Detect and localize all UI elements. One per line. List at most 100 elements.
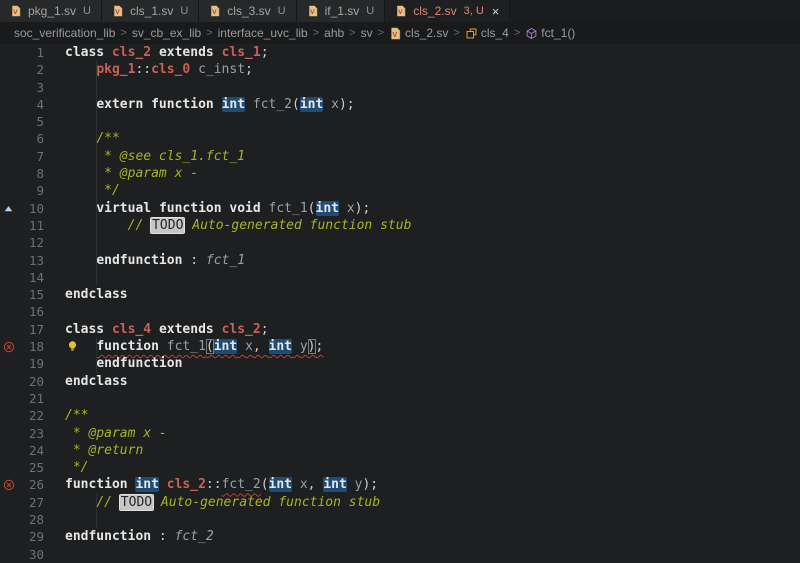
code-line-content[interactable]: * @param x - (44, 425, 167, 442)
tab-label: pkg_1.sv (28, 4, 77, 18)
code-line-content[interactable]: endfunction (44, 355, 182, 372)
gutter-cell (0, 165, 17, 182)
line-number: 24 (28, 442, 44, 458)
code-line-19[interactable]: 19 endfunction (0, 355, 800, 373)
code-line-content[interactable]: * @return (44, 442, 143, 459)
code-line-8[interactable]: 8 * @param x - (0, 165, 800, 183)
code-line-content[interactable]: endclass (44, 373, 128, 390)
code-line-13[interactable]: 13 endfunction : fct_1 (0, 251, 800, 270)
code-token: fct_2 (221, 477, 261, 493)
code-editor[interactable]: 1 class cls_2 extends cls_1; 2 pkg_1::cls_… (0, 44, 800, 563)
breadcrumb-item-ahb[interactable]: ahb (324, 26, 344, 40)
code-line-content[interactable]: */ (44, 182, 120, 199)
code-line-12[interactable]: 12 (0, 234, 800, 252)
code-line-content[interactable]: function fct_1(int x, int y); (44, 338, 323, 355)
code-line-21[interactable]: 21 (0, 390, 800, 407)
breadcrumb-separator-icon: > (120, 27, 127, 39)
code-line-9[interactable]: 9 */ (0, 182, 800, 200)
code-line-11[interactable]: 11 // TODO Auto-generated function stub (0, 216, 800, 235)
code-line-content[interactable] (44, 234, 65, 251)
code-token: ; (245, 62, 253, 78)
code-line-15[interactable]: 15 endclass (0, 286, 800, 303)
breadcrumb-item-interface_uvc_lib[interactable]: interface_uvc_lib (218, 26, 308, 40)
code-line-content[interactable]: class cls_4 extends cls_2; (44, 321, 269, 338)
code-line-6[interactable]: 6 /** (0, 130, 800, 149)
code-line-content[interactable] (44, 511, 65, 528)
code-line-content[interactable]: class cls_2 extends cls_1; (44, 44, 269, 61)
code-line-content[interactable] (44, 79, 65, 96)
code-line-content[interactable]: /** (44, 130, 119, 147)
tab-if_1_sv[interactable]: Vif_1.sv U (296, 0, 386, 22)
code-line-20[interactable]: 20 endclass (0, 373, 800, 390)
tab-status-badge: U (366, 5, 375, 17)
code-line-content[interactable]: endfunction : fct_1 (44, 252, 245, 269)
code-line-content[interactable]: pkg_1::cls_0 c_inst; (44, 61, 253, 78)
code-line-content[interactable] (44, 113, 65, 130)
breadcrumb-item-cls_2_sv[interactable]: Vcls_2.sv (389, 26, 448, 40)
code-line-24[interactable]: 24 * @return (0, 442, 800, 459)
gutter-cell (0, 355, 17, 372)
tab-pkg_1_sv[interactable]: Vpkg_1.sv U (0, 0, 102, 22)
code-line-22[interactable]: 22 /** (0, 407, 800, 424)
code-line-content[interactable]: * @param x - (44, 165, 198, 182)
code-line-26[interactable]: 26 function int cls_2::fct_2(int x, int y… (0, 476, 800, 493)
code-line-17[interactable]: 17 class cls_4 extends cls_2; (0, 321, 800, 338)
quick-fix-lightbulb[interactable] (66, 340, 79, 353)
code-line-14[interactable]: 14 (0, 268, 800, 287)
breadcrumb-item-fct_1_[interactable]: fct_1() (525, 26, 575, 40)
code-token: fct_1 (166, 339, 206, 355)
code-line-3[interactable]: 3 (0, 78, 800, 97)
code-line-content[interactable]: * @see cls_1.fct_1 (44, 148, 245, 165)
tab-bar: Vpkg_1.sv U Vcls_1.sv U Vcls_3.sv U Vif_1.sv U V… (0, 0, 800, 22)
line-number: 27 (28, 494, 44, 510)
class-symbol-icon (465, 27, 478, 40)
code-line-content[interactable] (44, 303, 65, 320)
tab-status-badge: U (277, 5, 286, 17)
breadcrumb-item-soc_verification_lib[interactable]: soc_verification_lib (14, 26, 115, 40)
code-line-29[interactable]: 29 endfunction : fct_2 (0, 528, 800, 545)
code-token: extends (158, 45, 214, 60)
code-line-content[interactable] (44, 546, 65, 563)
tab-cls_3_sv[interactable]: Vcls_3.sv U (199, 0, 297, 22)
vscode-window: Vpkg_1.sv U Vcls_1.sv U Vcls_3.sv U Vif_1.sv U V… (0, 0, 800, 563)
code-line-content[interactable]: extern function int fct_2(int x); (44, 96, 355, 113)
code-line-5[interactable]: 5 (0, 113, 800, 131)
code-token: */ (65, 183, 120, 199)
code-token: int (315, 200, 339, 216)
breadcrumb-item-sv[interactable]: sv (361, 26, 373, 40)
gutter-cell (0, 407, 17, 424)
code-line-25[interactable]: 25 */ (0, 459, 800, 476)
code-line-content[interactable]: function int cls_2::fct_2(int x, int y); (44, 476, 378, 493)
code-line-content[interactable]: */ (44, 459, 89, 476)
code-line-23[interactable]: 23 * @param x - (0, 425, 800, 442)
code-line-27[interactable]: 27 // TODO Auto-generated function stub (0, 493, 800, 512)
code-token: void (229, 200, 261, 216)
line-number: 20 (28, 373, 44, 389)
code-line-content[interactable]: endfunction : fct_2 (44, 528, 214, 545)
code-line-10[interactable]: 10 virtual function void fct_1(int x); (0, 199, 800, 218)
code-line-18[interactable]: 18 function fct_1(int x, int y); (0, 338, 800, 356)
code-line-content[interactable]: virtual function void fct_1(int x); (44, 200, 370, 217)
code-line-4[interactable]: 4 extern function int fct_2(int x); (0, 95, 800, 114)
tab-cls_2_sv[interactable]: Vcls_2.sv 3, U × (385, 0, 511, 22)
code-line-content[interactable]: // TODO Auto-generated function stub (44, 217, 411, 234)
code-line-content[interactable] (44, 269, 65, 286)
code-token: fct_2 (174, 529, 214, 545)
close-icon[interactable]: × (492, 5, 500, 18)
code-line-content[interactable] (44, 390, 65, 407)
svg-text:V: V (212, 9, 217, 16)
code-line-7[interactable]: 7 * @see cls_1.fct_1 (0, 147, 800, 166)
breadcrumb-item-sv_cb_ex_lib[interactable]: sv_cb_ex_lib (132, 26, 201, 40)
code-line-content[interactable]: endclass (44, 286, 128, 303)
code-line-30[interactable]: 30 (0, 546, 800, 563)
code-line-2[interactable]: 2 pkg_1::cls_0 c_inst; (0, 61, 800, 79)
tab-cls_1_sv[interactable]: Vcls_1.sv U (101, 0, 200, 22)
breadcrumb-item-cls_4[interactable]: cls_4 (465, 26, 509, 40)
code-line-content[interactable]: // TODO Auto-generated function stub (44, 494, 380, 511)
code-line-content[interactable]: /** (44, 407, 88, 424)
code-line-1[interactable]: 1 class cls_2 extends cls_1; (0, 44, 800, 61)
code-line-16[interactable]: 16 (0, 303, 800, 320)
code-line-28[interactable]: 28 (0, 511, 800, 529)
code-token: endfunction (96, 356, 183, 372)
